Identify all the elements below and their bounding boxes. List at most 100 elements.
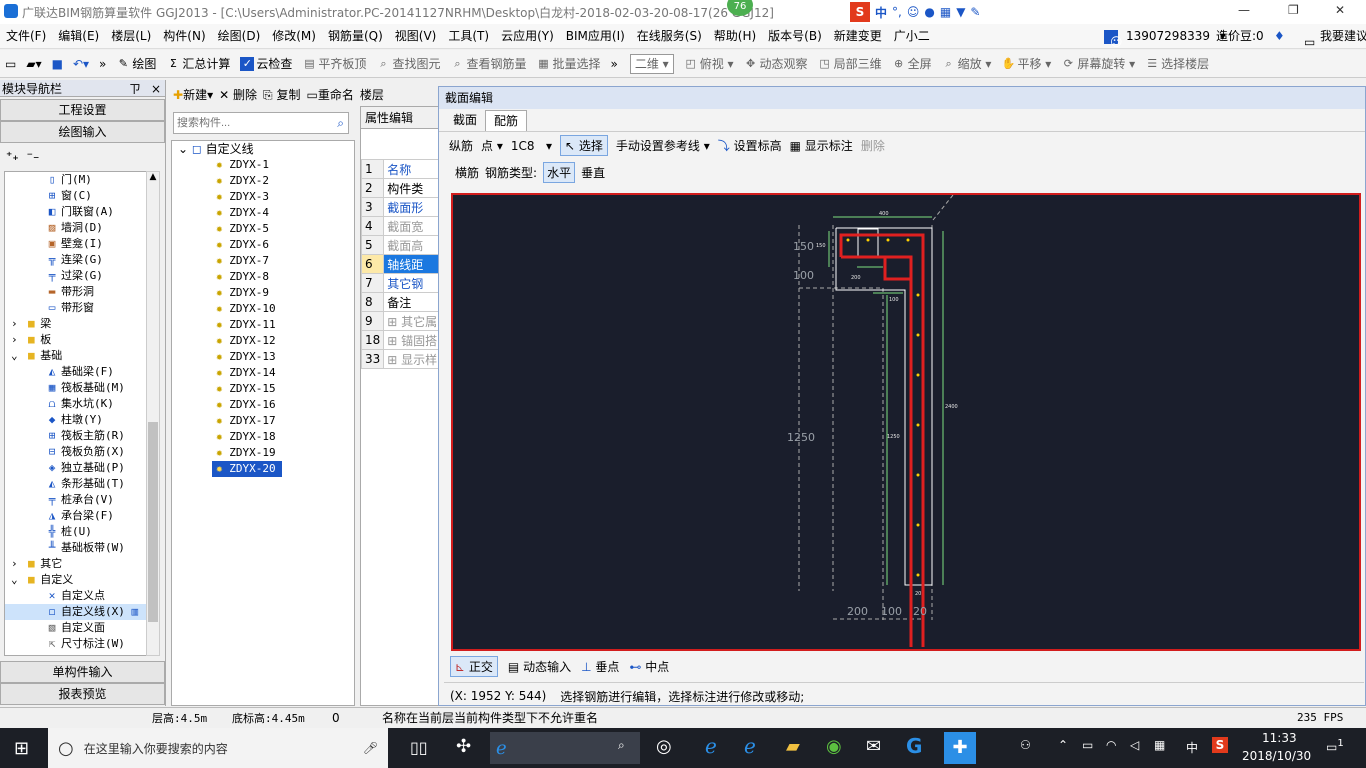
dim-label-small[interactable]: 200	[851, 275, 861, 281]
sogou-tray-icon[interactable]: S	[1212, 737, 1228, 753]
nav-item-column-pier[interactable]: ◆ 柱墩(Y)	[5, 412, 147, 428]
dynamic-observe-button[interactable]: ✥ 动态观察	[739, 51, 813, 77]
nav-item-isolated-footing[interactable]: ◈ 独立基础(P)	[5, 460, 147, 476]
dim-label[interactable]: 20	[913, 605, 927, 618]
nav-item-coupling-beam[interactable]: ╦ 连梁(G)	[5, 252, 147, 268]
ime-toolbar[interactable]: S 中 °, ☺ ● ▦ ▼ ✎	[850, 2, 980, 22]
local-3d-button[interactable]: ◳ 局部三维	[813, 51, 887, 77]
menu-bim[interactable]: BIM应用(I)	[560, 24, 631, 48]
keyboard-tray-icon[interactable]: ▦	[1154, 738, 1165, 752]
menu-edit[interactable]: 编辑(E)	[52, 24, 105, 48]
menu-component[interactable]: 构件(N)	[157, 24, 211, 48]
close-button[interactable]: ✕	[1335, 3, 1345, 17]
notification-icon[interactable]: ▭1	[1326, 738, 1344, 754]
ime-indicator[interactable]: 中	[1186, 739, 1198, 756]
task-view-icon[interactable]: ▯▯	[410, 738, 428, 757]
nav-item-door-window[interactable]: ◧ 门联窗(A)	[5, 204, 147, 220]
dim-label-small[interactable]: 20	[915, 591, 921, 597]
set-elevation-button[interactable]: ⤵ 设置标高	[718, 137, 782, 154]
menu-help[interactable]: 帮助(H)	[708, 24, 762, 48]
ortho-button[interactable]: ⊾ 正交	[450, 655, 498, 677]
component-item[interactable]: ✹ ZDYX-12	[172, 333, 354, 349]
ggj-app-icon[interactable]: ✚	[944, 732, 976, 764]
component-item[interactable]: ✹ ZDYX-7	[172, 253, 354, 269]
folder-icon[interactable]: ▰	[786, 736, 800, 757]
taskbar-ie-search[interactable]: ℯ ⌕	[490, 732, 640, 764]
property-row[interactable]: 5 截面高	[361, 235, 439, 255]
nav-item-dimension[interactable]: ⇱ 尺寸标注(W)	[5, 636, 147, 652]
people-icon[interactable]: ⚇	[1020, 738, 1031, 752]
undo-icon[interactable]: ↶▾	[68, 51, 94, 77]
restore-button[interactable]: ❐	[1288, 3, 1299, 17]
suggest-button[interactable]: ▭ 我要建议	[1292, 24, 1366, 49]
component-item[interactable]: ✹ ZDYX-13	[172, 349, 354, 365]
windows-start-icon[interactable]: ⊞	[14, 738, 29, 759]
dim-label[interactable]: 150	[793, 240, 814, 253]
wifi-icon[interactable]: ◠	[1106, 738, 1116, 752]
save-icon[interactable]: ■	[47, 51, 68, 77]
nav-item-pile[interactable]: ╬ 桩(U)	[5, 524, 147, 540]
open-file-icon[interactable]: ▰▾	[21, 51, 46, 77]
menu-version[interactable]: 版本号(B)	[762, 24, 828, 48]
nav-item-wall-hole[interactable]: ▨ 墙洞(D)	[5, 220, 147, 236]
select-floor-button[interactable]: ☰ 选择楼层	[1140, 51, 1214, 77]
flush-slab-button[interactable]: ▤ 平齐板顶	[297, 51, 371, 77]
property-row[interactable]: 8 备注	[361, 292, 439, 312]
scroll-thumb[interactable]	[148, 422, 158, 622]
menu-online[interactable]: 在线服务(S)	[631, 24, 708, 48]
property-row[interactable]: 9 ⊞ 其它属	[361, 311, 439, 331]
expand-all-icon[interactable]: ⁺₊	[6, 149, 19, 163]
nav-item-strip-footing[interactable]: ◭ 条形基础(T)	[5, 476, 147, 492]
nav-folder-slab[interactable]: › ■ 板	[5, 332, 147, 348]
dim-label-small[interactable]: 1250	[887, 434, 900, 440]
menu-floor[interactable]: 楼层(L)	[105, 24, 157, 48]
batch-select-button[interactable]: ▦ 批量选择	[531, 51, 605, 77]
property-row[interactable]: 4 截面宽	[361, 216, 439, 236]
menu-draw[interactable]: 绘图(D)	[212, 24, 267, 48]
nav-item-raft-main-bar[interactable]: ⊞ 筏板主筋(R)	[5, 428, 147, 444]
find-element-button[interactable]: ⌕ 查找图元	[371, 51, 445, 77]
pin-icon[interactable]: ㄗ	[129, 82, 141, 96]
zoom-button[interactable]: ⌕ 缩放 ▾	[937, 51, 997, 77]
new-file-icon[interactable]: ▭	[0, 51, 21, 77]
component-item[interactable]: ✹ ZDYX-14	[172, 365, 354, 381]
nav-item-custom-line[interactable]: ◻ 自定义线(X) ▥	[5, 604, 147, 620]
more-icon[interactable]: »	[94, 51, 111, 77]
component-item[interactable]: ✹ ZDYX-15	[172, 381, 354, 397]
menu-cloud[interactable]: 云应用(Y)	[495, 24, 560, 48]
drawing-canvas[interactable]: 150 100 1250 200 100 20 400 150 200 100 …	[451, 193, 1361, 651]
menu-modify[interactable]: 修改(M)	[266, 24, 322, 48]
project-settings-tab[interactable]: 工程设置	[0, 99, 165, 121]
component-item[interactable]: ✹ ZDYX-19	[172, 445, 354, 461]
view-mode-select[interactable]: 二维 ▾	[625, 51, 679, 77]
more-icon-2[interactable]: »	[605, 51, 622, 77]
ie-icon-2[interactable]: ℯ	[744, 734, 756, 758]
rotate-button[interactable]: ⟳ 屏幕旋转 ▾	[1056, 51, 1140, 77]
search-icon[interactable]: ⌕	[337, 116, 348, 131]
dim-label-small[interactable]: 2400	[945, 404, 958, 410]
floor-button[interactable]: 楼层	[360, 86, 384, 103]
component-item[interactable]: ✹ ZDYX-18	[172, 429, 354, 445]
vertical-button[interactable]: 垂直	[581, 164, 605, 181]
dynamic-input-button[interactable]: ▤ 动态输入	[508, 658, 571, 675]
dim-label-small[interactable]: 100	[889, 297, 899, 303]
property-row[interactable]: 33 ⊞ 显示样	[361, 349, 439, 369]
component-item-selected[interactable]: ✹ ZDYX-20	[172, 461, 354, 477]
point-select[interactable]: 点 ▾	[481, 137, 503, 154]
property-row[interactable]: 1 名称	[361, 159, 439, 179]
rename-component-button[interactable]: ▭重命名	[306, 86, 353, 103]
component-item[interactable]: ✹ ZDYX-1	[172, 157, 354, 173]
volume-icon[interactable]: ◁	[1130, 738, 1139, 752]
nav-item-niche[interactable]: ▣ 壁龛(I)	[5, 236, 147, 252]
mid-point-button[interactable]: ⊷ 中点	[629, 658, 669, 675]
tray-arrow-icon[interactable]: ⌃	[1058, 738, 1068, 752]
menu-view[interactable]: 视图(V)	[389, 24, 443, 48]
tab-section[interactable]: 截面	[445, 110, 485, 130]
edge-icon[interactable]: ℯ	[705, 734, 717, 758]
app-fan-icon[interactable]: ✣	[456, 736, 471, 757]
delete-button[interactable]: 删除	[861, 137, 885, 154]
nav-item-sump[interactable]: ⩍ 集水坑(K)	[5, 396, 147, 412]
component-item[interactable]: ✹ ZDYX-2	[172, 173, 354, 189]
component-item[interactable]: ✹ ZDYX-5	[172, 221, 354, 237]
component-item[interactable]: ✹ ZDYX-6	[172, 237, 354, 253]
